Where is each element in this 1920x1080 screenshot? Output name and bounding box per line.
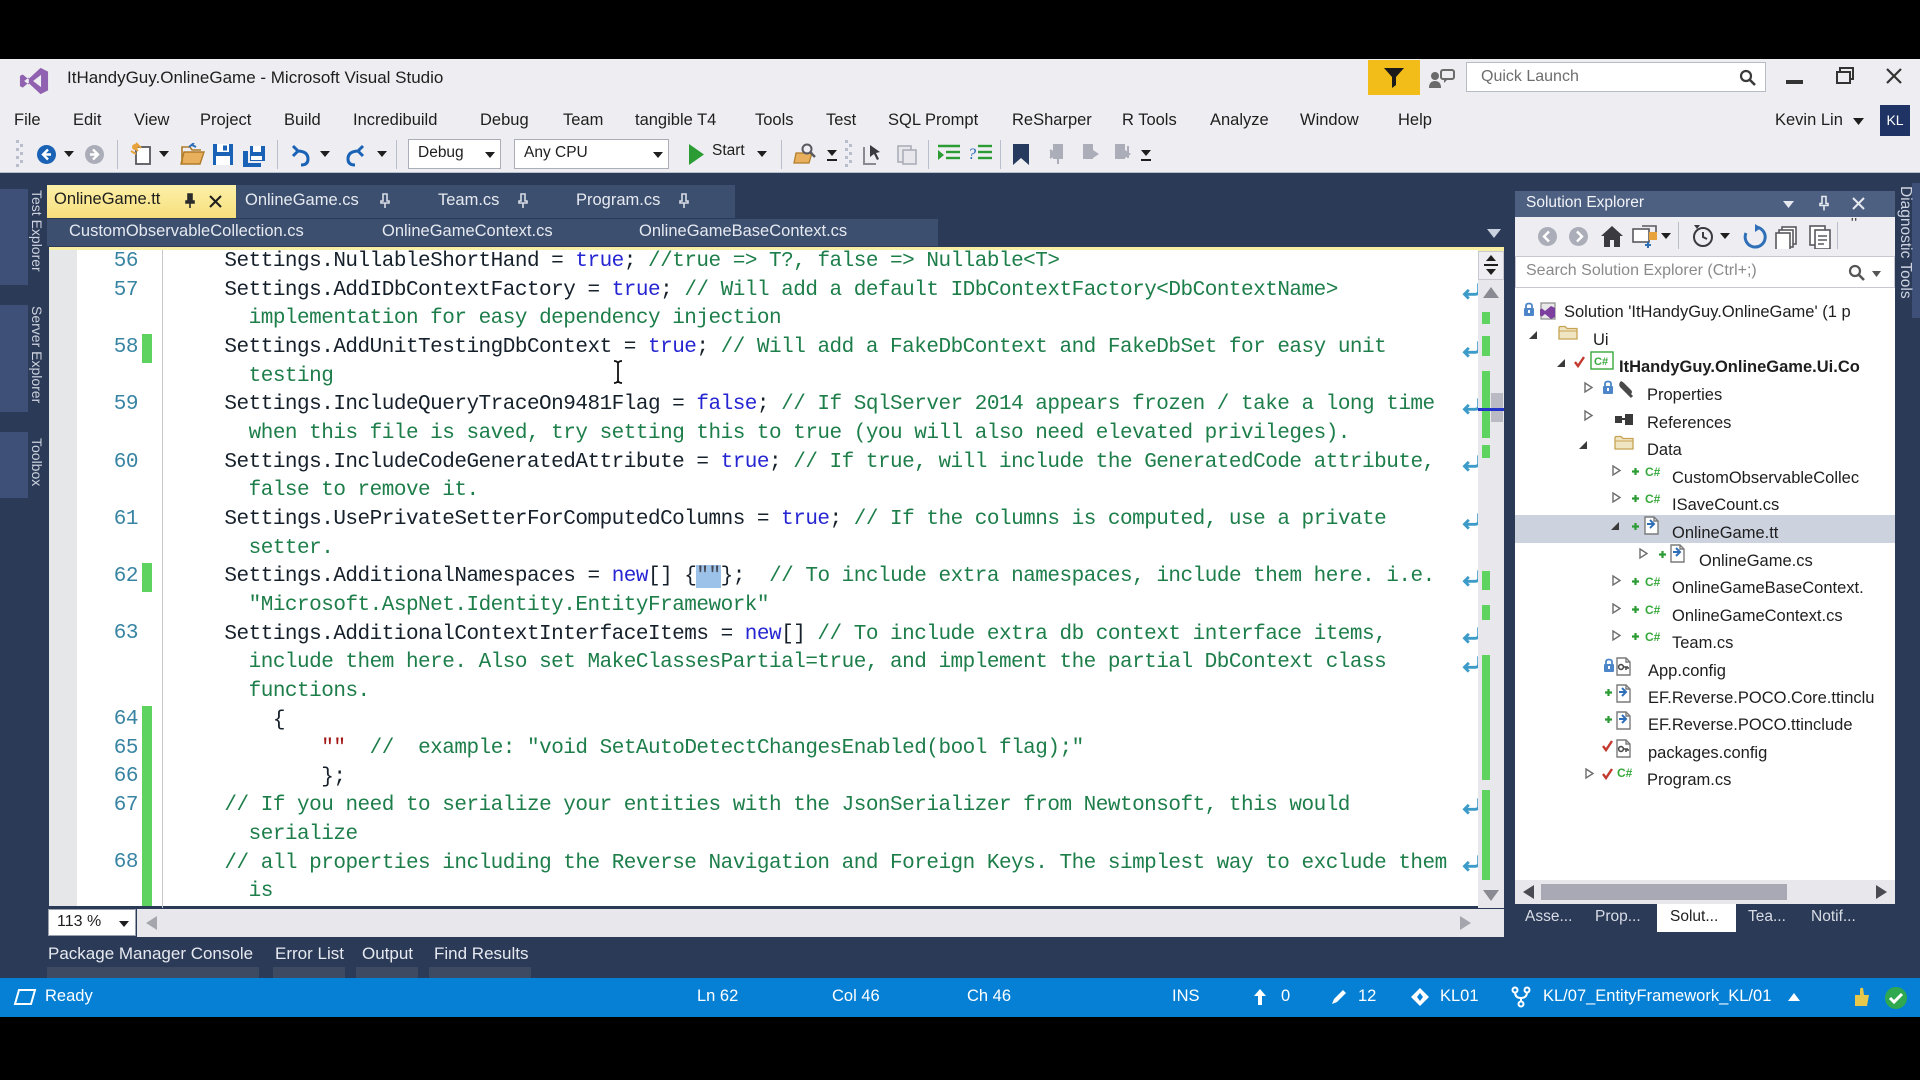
svg-text:Data: Data xyxy=(1647,441,1683,459)
svg-text:Solution 'ItHandyGuy.OnlineGam: Solution 'ItHandyGuy.OnlineGame' (1 p xyxy=(1564,303,1851,321)
svg-text:C#: C# xyxy=(1594,356,1608,368)
svg-text:Program.cs: Program.cs xyxy=(1647,771,1731,789)
svg-text:?: ? xyxy=(968,146,976,163)
svg-text:OnlineGameBaseContext.: OnlineGameBaseContext. xyxy=(1672,579,1864,597)
svg-text:ItHandyGuy.OnlineGame.Ui.Co: ItHandyGuy.OnlineGame.Ui.Co xyxy=(1619,358,1860,376)
svg-text:References: References xyxy=(1647,414,1731,432)
svg-text:CustomObservableCollec: CustomObservableCollec xyxy=(1672,469,1859,487)
svg-text:Ui: Ui xyxy=(1593,331,1609,349)
svg-text:EF.Reverse.POCO.ttinclude: EF.Reverse.POCO.ttinclude xyxy=(1648,716,1853,734)
svg-text:OnlineGame.cs: OnlineGame.cs xyxy=(1699,552,1813,570)
svg-text:OnlineGame.tt: OnlineGame.tt xyxy=(1672,524,1779,542)
svg-text:packages.config: packages.config xyxy=(1648,744,1767,762)
svg-text:Properties: Properties xyxy=(1647,386,1722,404)
svg-text:EF.Reverse.POCO.Core.ttinclu: EF.Reverse.POCO.Core.ttinclu xyxy=(1648,689,1875,707)
svg-text:OnlineGameContext.cs: OnlineGameContext.cs xyxy=(1672,607,1843,625)
svg-text:App.config: App.config xyxy=(1648,662,1726,680)
svg-text:Team.cs: Team.cs xyxy=(1672,634,1733,652)
svg-text:ISaveCount.cs: ISaveCount.cs xyxy=(1672,496,1779,514)
